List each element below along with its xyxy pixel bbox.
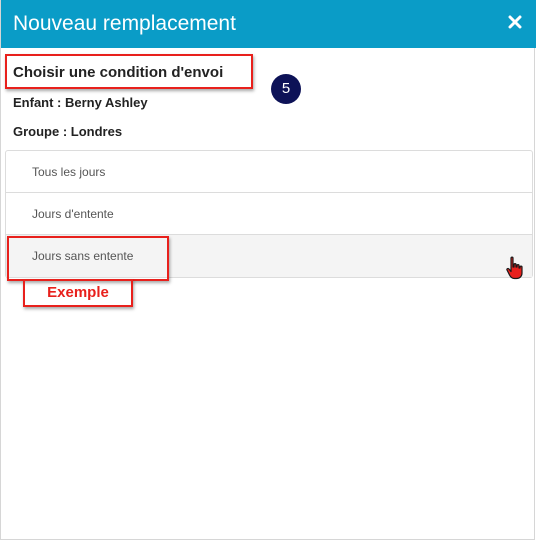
step-badge: 5 bbox=[271, 74, 301, 104]
child-info: Enfant : Berny Ashley bbox=[13, 95, 148, 110]
section-title: Choisir une condition d'envoi bbox=[13, 64, 224, 81]
dialog-title: Nouveau remplacement bbox=[13, 12, 236, 35]
close-icon[interactable] bbox=[507, 14, 523, 30]
replacement-dialog: Nouveau remplacement Choisir une conditi… bbox=[0, 0, 536, 540]
example-annotation: Exemple bbox=[23, 279, 133, 307]
dialog-header: Nouveau remplacement bbox=[1, 0, 536, 48]
hand-pointer-icon bbox=[505, 256, 525, 285]
option-agreement-days[interactable]: Jours d'entente bbox=[6, 193, 532, 235]
group-info: Groupe : Londres bbox=[13, 124, 123, 139]
option-every-day[interactable]: Tous les jours bbox=[6, 151, 532, 193]
option-highlight bbox=[7, 236, 169, 281]
